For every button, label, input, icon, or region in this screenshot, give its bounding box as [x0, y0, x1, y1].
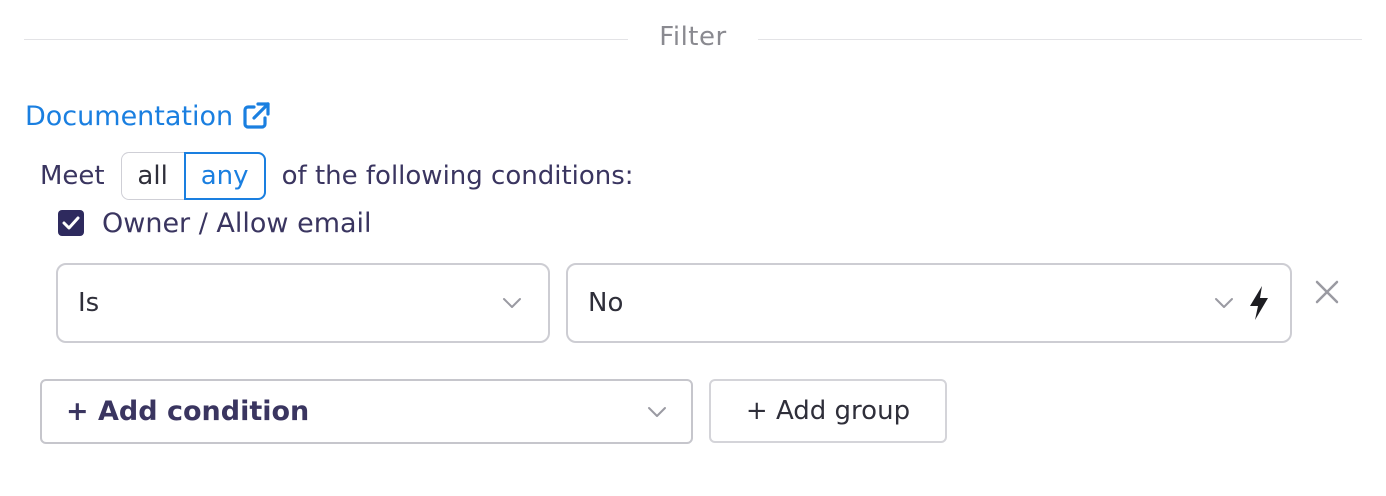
add-condition-label: + Add condition [66, 396, 310, 427]
chevron-down-icon [503, 298, 521, 308]
operator-select[interactable]: Is [56, 263, 550, 343]
condition-field-row: Owner / Allow email [58, 202, 372, 244]
value-select[interactable]: No [566, 263, 1292, 343]
add-group-button[interactable]: + Add group [709, 379, 947, 443]
add-condition-select[interactable]: + Add condition [40, 379, 693, 444]
filter-panel: Filter Documentation Meet all any of the… [0, 0, 1386, 496]
match-row: Meet all any of the following conditions… [40, 152, 634, 200]
match-all-button[interactable]: all [121, 153, 184, 199]
chevron-down-icon [1215, 298, 1233, 308]
section-title: Filter [659, 22, 727, 52]
match-suffix: of the following conditions: [281, 161, 634, 191]
match-any-button[interactable]: any [183, 152, 266, 200]
documentation-link[interactable]: Documentation [25, 96, 271, 136]
close-icon[interactable] [1313, 278, 1341, 306]
condition-checkbox[interactable] [58, 210, 84, 236]
divider-right [758, 39, 1362, 40]
operator-value: Is [78, 288, 100, 318]
chevron-down-icon [648, 406, 666, 417]
external-link-icon [243, 102, 270, 129]
divider-left [24, 39, 628, 40]
documentation-label: Documentation [25, 100, 234, 132]
value-value: No [588, 288, 624, 318]
condition-field-label: Owner / Allow email [102, 207, 372, 239]
check-icon [62, 216, 80, 230]
lightning-bolt-icon[interactable] [1248, 285, 1270, 321]
section-header: Filter [24, 18, 1362, 62]
match-toggle: all any [120, 152, 266, 200]
match-prefix: Meet [40, 161, 105, 191]
